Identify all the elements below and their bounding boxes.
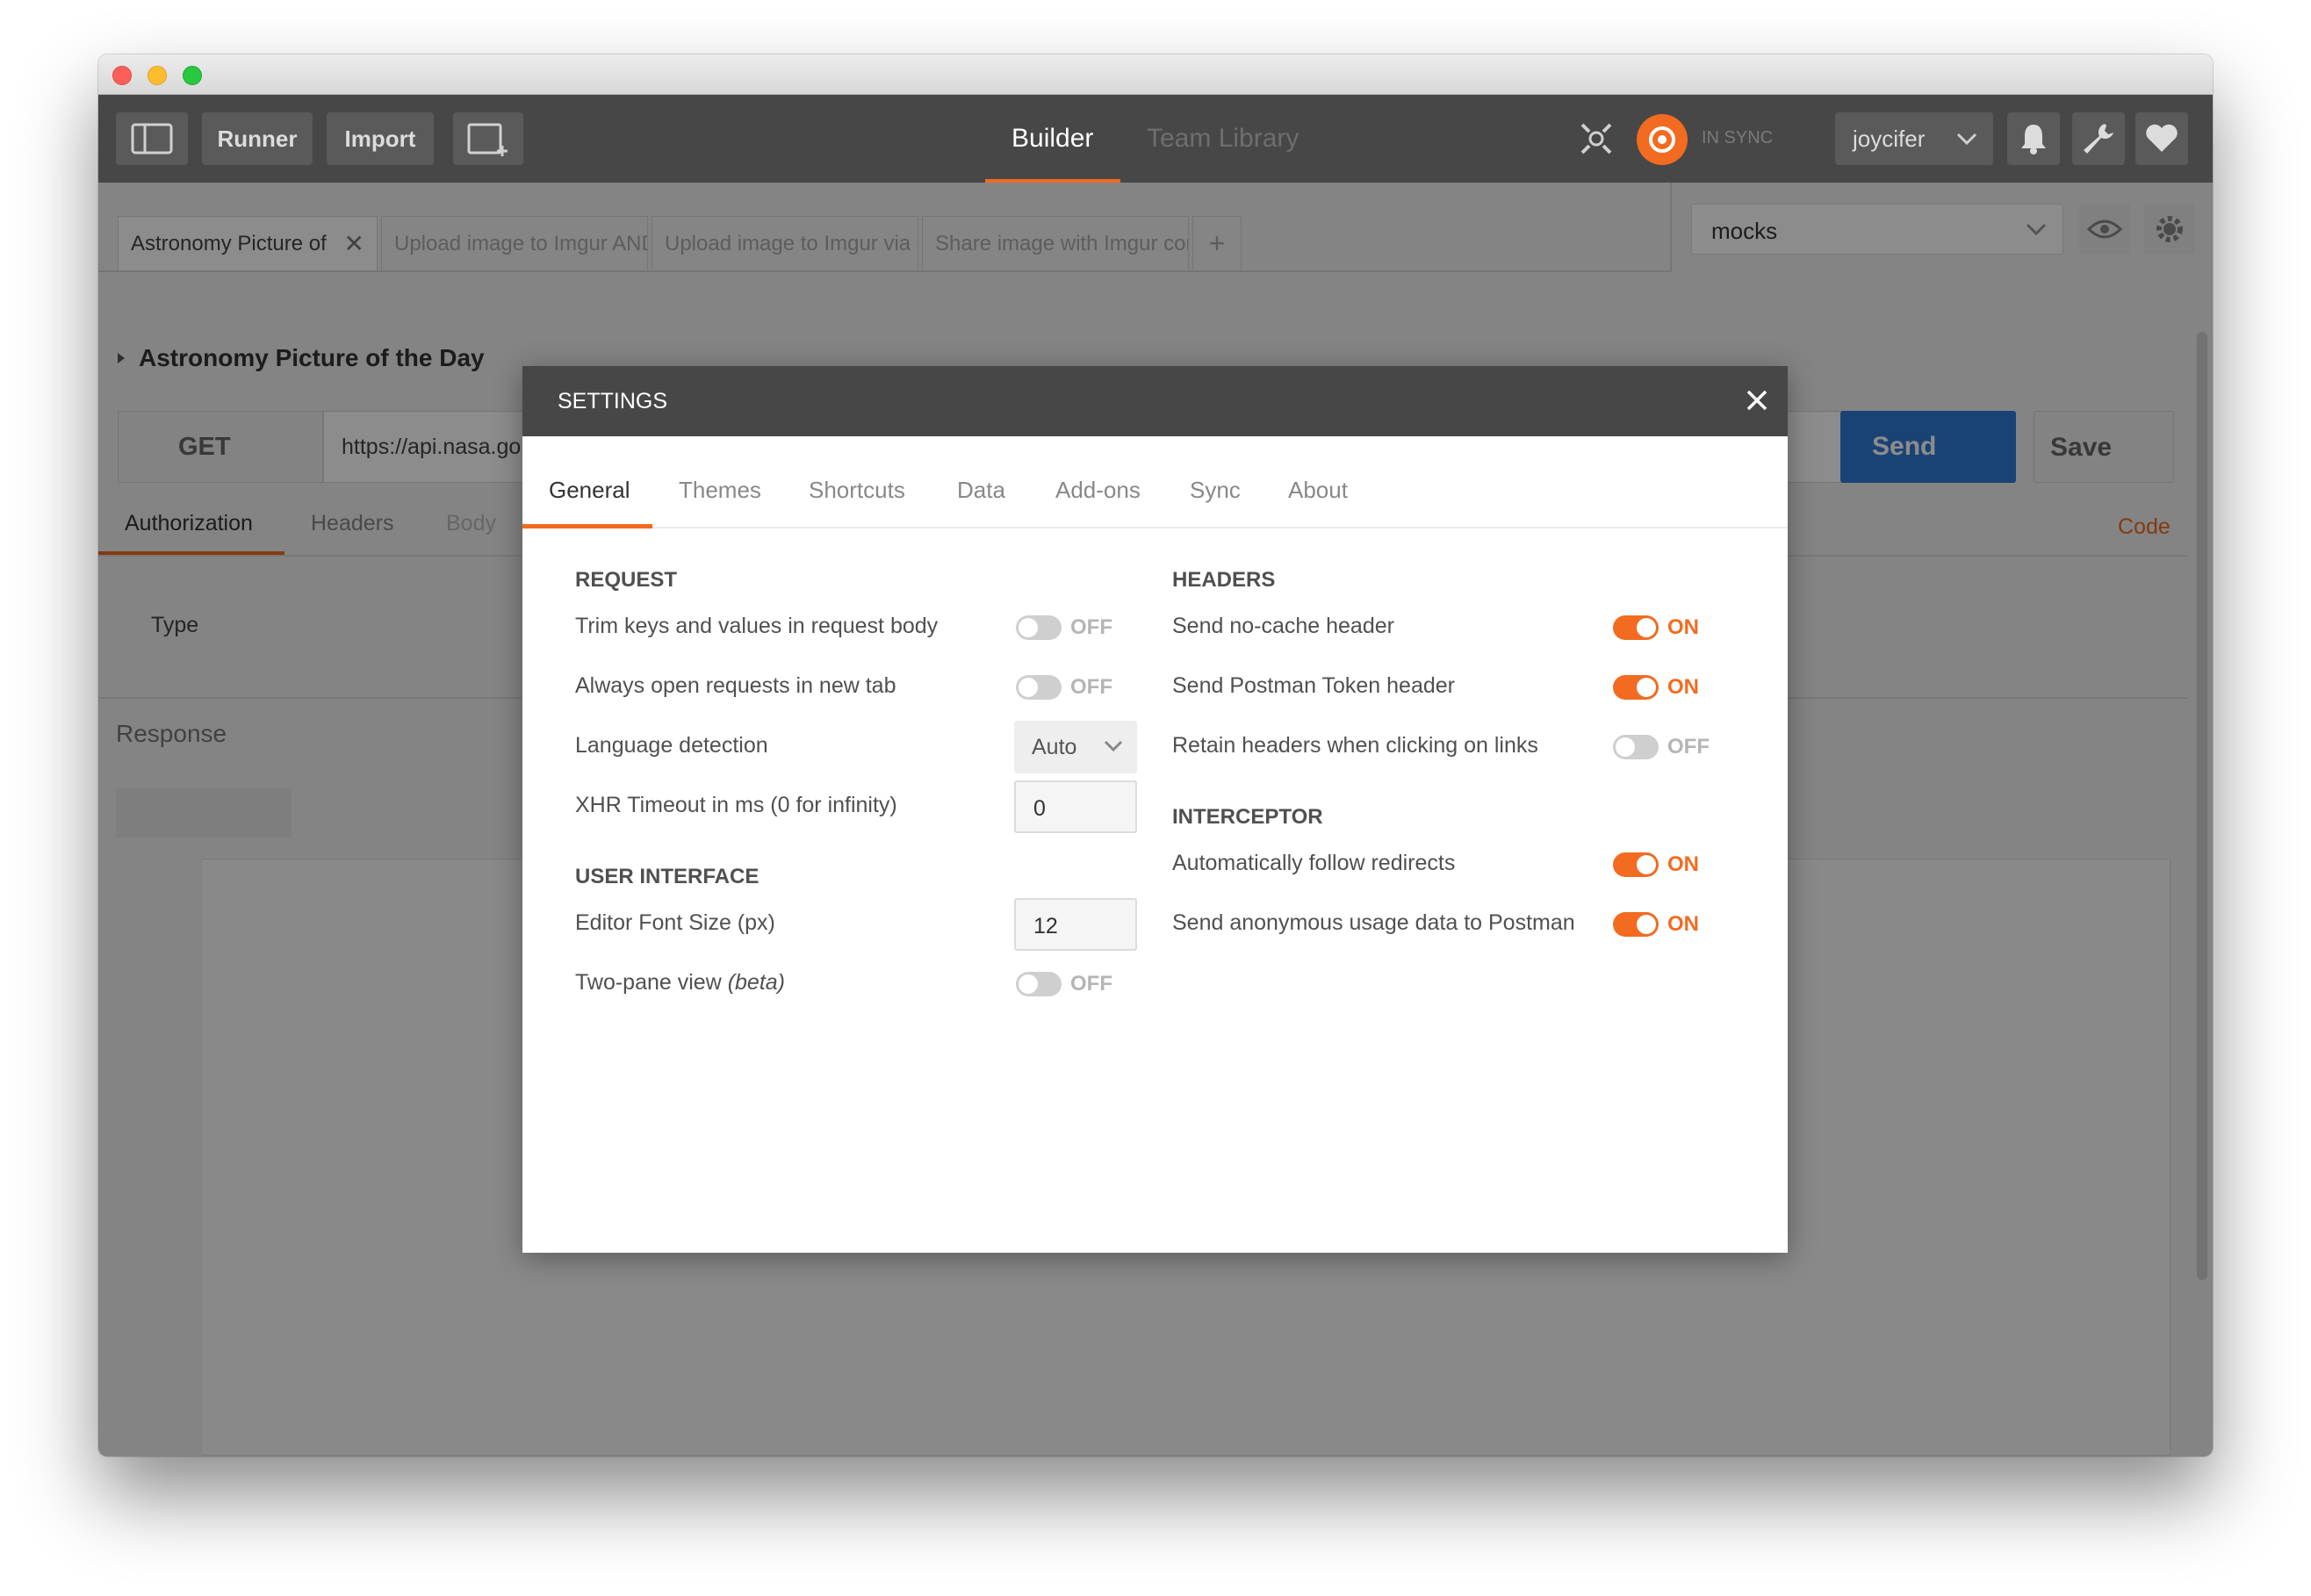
usage-data-toggle[interactable]: [1613, 912, 1659, 937]
settings-tab-shortcuts[interactable]: Shortcuts: [809, 477, 905, 504]
new-tab-button[interactable]: [453, 112, 523, 165]
request-heading: REQUEST: [575, 568, 678, 592]
wrench-icon: [2084, 124, 2113, 154]
postman-token-state: ON: [1667, 675, 1699, 699]
favorites-button[interactable]: [2135, 112, 2188, 165]
settings-title: SETTINGS: [558, 388, 668, 413]
runner-button[interactable]: Runner: [202, 112, 313, 165]
new-tab-state: OFF: [1070, 675, 1112, 699]
settings-tab-data[interactable]: Data: [957, 477, 1005, 504]
language-detection-select[interactable]: Auto: [1014, 721, 1137, 773]
no-cache-label: Send no-cache header: [1172, 614, 1394, 638]
toggle-knob: [1019, 974, 1038, 994]
settings-wrench-button[interactable]: [2072, 112, 2125, 165]
tab-builder-label: Builder: [1012, 124, 1094, 153]
zoom-window-button[interactable]: [183, 66, 202, 85]
two-pane-state: OFF: [1070, 972, 1112, 996]
settings-header: SETTINGS: [522, 366, 1788, 436]
sidebar-icon: [131, 123, 173, 155]
settings-tab-about[interactable]: About: [1288, 477, 1348, 504]
settings-tabs: General Themes Shortcuts Data Add-ons Sy…: [522, 436, 1788, 528]
xhr-timeout-label: XHR Timeout in ms (0 for infinity): [575, 793, 897, 817]
settings-tab-sync[interactable]: Sync: [1190, 477, 1241, 504]
headers-heading: HEADERS: [1172, 568, 1276, 592]
notifications-button[interactable]: [2007, 112, 2060, 165]
satellite-icon: [1580, 123, 1612, 155]
chevron-down-icon: [1956, 133, 1977, 146]
language-detection-label: Language detection: [575, 733, 768, 758]
close-icon[interactable]: [1746, 389, 1768, 412]
settings-tab-addons[interactable]: Add-ons: [1055, 477, 1141, 504]
chevron-down-icon: [1104, 740, 1123, 752]
sync-status: IN SYNC: [1702, 128, 1774, 147]
toggle-knob: [1019, 678, 1038, 697]
user-menu[interactable]: joycifer: [1835, 112, 1993, 165]
interceptor-heading: INTERCEPTOR: [1172, 805, 1323, 829]
no-cache-toggle[interactable]: [1613, 615, 1659, 640]
settings-modal: SETTINGS General Themes Shortcuts Data A…: [522, 366, 1788, 1253]
interceptor-button[interactable]: [1570, 112, 1623, 165]
heart-icon: [2146, 124, 2178, 152]
user-name: joycifer: [1853, 125, 1926, 152]
two-pane-toggle[interactable]: [1016, 972, 1062, 996]
no-cache-state: ON: [1667, 615, 1699, 639]
two-pane-text: Two-pane view: [575, 970, 722, 995]
tab-team-library[interactable]: Team Library: [1147, 95, 1299, 183]
postman-token-toggle[interactable]: [1613, 675, 1659, 700]
general-active-underline: [522, 524, 652, 528]
app-header: Runner Import Builder Team Library IN SY…: [98, 95, 2213, 183]
trim-toggle[interactable]: [1016, 615, 1062, 640]
retain-headers-state: OFF: [1667, 735, 1710, 758]
toggle-knob: [1637, 618, 1656, 637]
follow-redirects-state: ON: [1667, 852, 1699, 876]
settings-tab-themes[interactable]: Themes: [679, 477, 761, 504]
new-tab-label: Always open requests in new tab: [575, 673, 896, 698]
sync-button[interactable]: [1637, 114, 1688, 165]
postman-token-label: Send Postman Token header: [1172, 673, 1455, 698]
tab-team-library-label: Team Library: [1147, 124, 1299, 153]
retain-headers-toggle[interactable]: [1613, 735, 1659, 759]
sync-icon: [1649, 126, 1675, 153]
toggle-knob: [1637, 915, 1656, 934]
usage-data-label: Send anonymous usage data to Postman: [1172, 910, 1575, 935]
sidebar-toggle-button[interactable]: [116, 112, 188, 165]
new-tab-toggle[interactable]: [1016, 675, 1062, 700]
bell-icon: [2021, 125, 2046, 155]
follow-redirects-label: Automatically follow redirects: [1172, 851, 1456, 875]
minimize-window-button[interactable]: [148, 66, 167, 85]
usage-data-state: ON: [1667, 912, 1699, 936]
xhr-timeout-input[interactable]: 0: [1014, 780, 1137, 833]
toggle-knob: [1637, 855, 1656, 874]
toggle-knob: [1616, 737, 1635, 757]
close-window-button[interactable]: [112, 66, 132, 85]
settings-tab-general[interactable]: General: [549, 477, 630, 504]
import-button[interactable]: Import: [327, 112, 434, 165]
trim-label: Trim keys and values in request body: [575, 614, 939, 638]
two-pane-label: Two-pane view (beta): [575, 970, 785, 996]
new-window-icon: [467, 123, 508, 156]
toggle-knob: [1637, 678, 1656, 697]
font-size-label: Editor Font Size (px): [575, 910, 775, 935]
font-size-input[interactable]: 12: [1014, 898, 1137, 951]
title-bar: [98, 54, 2213, 95]
toggle-knob: [1019, 618, 1038, 637]
language-detection-value: Auto: [1032, 735, 1077, 759]
tab-builder[interactable]: Builder: [1012, 95, 1093, 183]
trim-state: OFF: [1070, 615, 1112, 639]
user-interface-heading: USER INTERFACE: [575, 865, 760, 888]
follow-redirects-toggle[interactable]: [1613, 852, 1659, 877]
retain-headers-label: Retain headers when clicking on links: [1172, 733, 1538, 758]
two-pane-beta: (beta): [727, 970, 786, 995]
